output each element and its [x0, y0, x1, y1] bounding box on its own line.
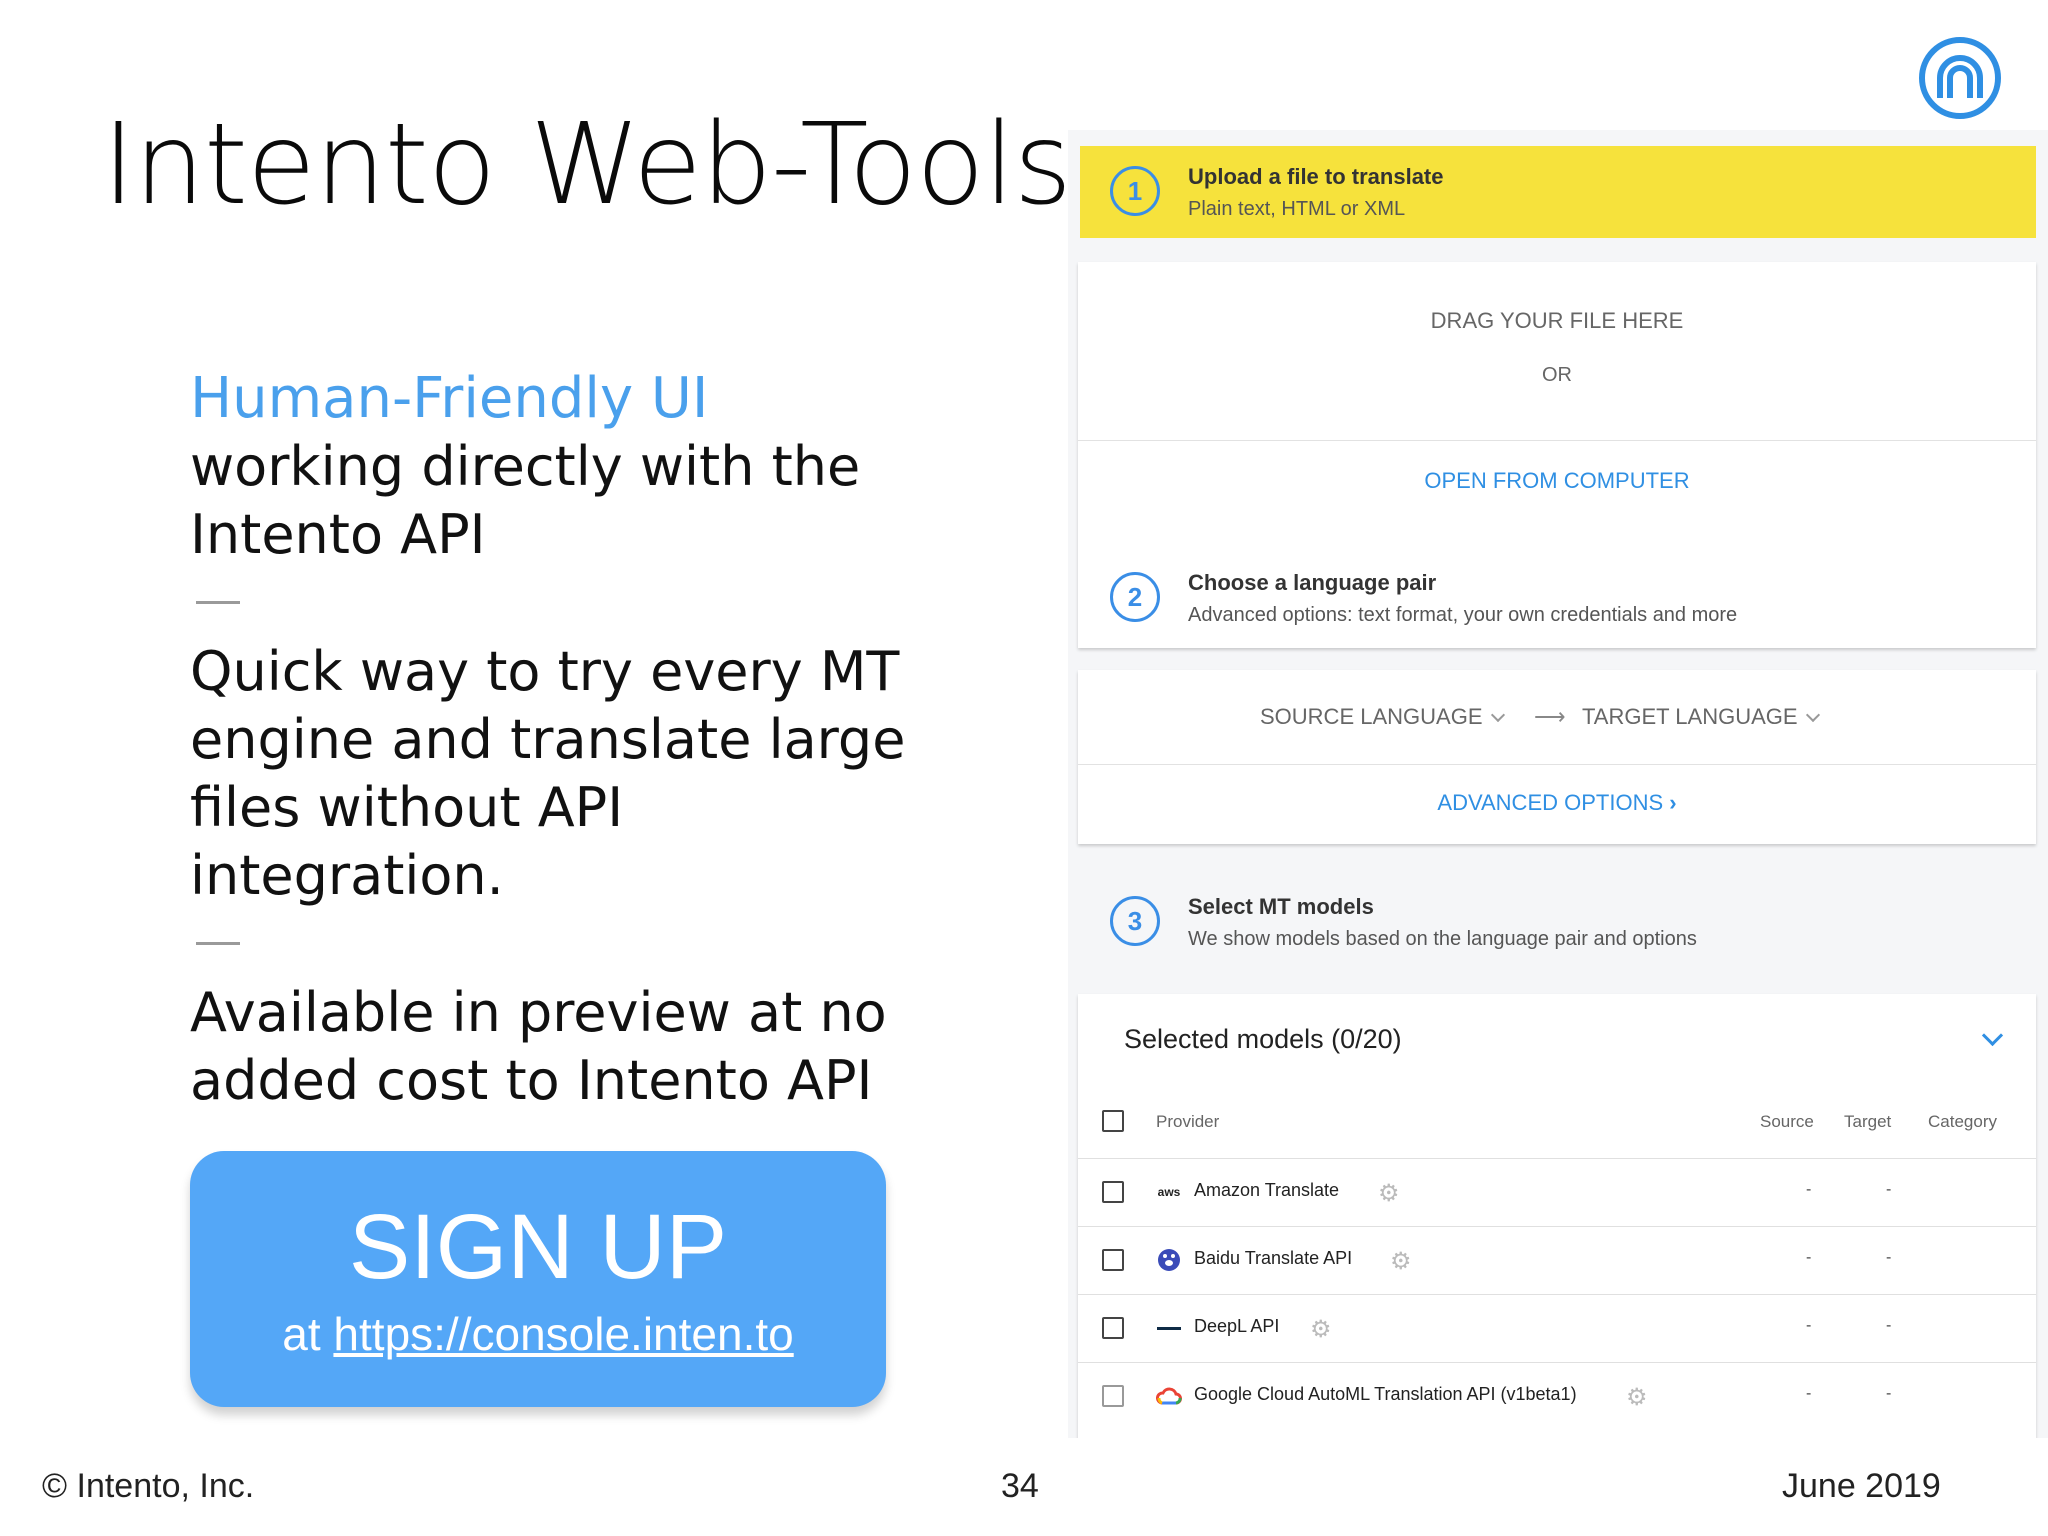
deepl-logo-icon: [1156, 1317, 1182, 1339]
signup-title: SIGN UP: [348, 1196, 728, 1298]
row-checkbox[interactable]: [1102, 1181, 1124, 1203]
signup-prefix: at: [282, 1308, 321, 1360]
target-language-label: TARGET LANGUAGE: [1582, 704, 1798, 729]
footer-copyright: © Intento, Inc.: [42, 1467, 255, 1505]
signup-link[interactable]: https://console.inten.to: [333, 1308, 793, 1360]
table-row[interactable]: aws Amazon Translate ⚙ - -: [1078, 1158, 2036, 1227]
target-language-select[interactable]: TARGET LANGUAGE: [1582, 704, 1820, 730]
footer-date: June 2019: [1782, 1467, 1941, 1505]
step-number-2: 2: [1110, 572, 1160, 622]
gear-icon[interactable]: ⚙: [1390, 1247, 1412, 1276]
divider: [1078, 764, 2036, 765]
slide-title: Intento Web-Tools: [102, 100, 1072, 230]
column-provider: Provider: [1156, 1112, 1220, 1131]
web-tools-screenshot: 1 Upload a file to translate Plain text,…: [1068, 130, 2048, 1438]
provider-name: Baidu Translate API: [1194, 1248, 1353, 1268]
step-title: Select MT models: [1188, 894, 1374, 919]
source-value: -: [1806, 1249, 1812, 1266]
table-row[interactable]: DeepL API ⚙ - -: [1078, 1294, 2036, 1363]
row-checkbox[interactable]: [1102, 1317, 1124, 1339]
signup-button[interactable]: SIGN UP at https://console.inten.to: [190, 1151, 886, 1407]
drag-file-text: DRAG YOUR FILE HERE: [1430, 308, 1684, 333]
column-source: Source: [1760, 1112, 1814, 1131]
step-upload-header: 1 Upload a file to translate Plain text,…: [1080, 146, 2036, 238]
provider-name: Google Cloud AutoML Translation API (v1b…: [1194, 1384, 1577, 1404]
table-row[interactable]: Baidu Translate API ⚙ - -: [1078, 1226, 2036, 1295]
step-title: Upload a file to translate: [1188, 164, 1444, 189]
table-row[interactable]: Google Cloud AutoML Translation API (v1b…: [1078, 1362, 2036, 1431]
open-from-computer-button[interactable]: OPEN FROM COMPUTER: [1078, 468, 2036, 494]
advanced-options-button[interactable]: ADVANCED OPTIONS ›: [1078, 790, 2036, 816]
chevron-right-icon: ›: [1669, 790, 1677, 815]
step-subtitle: We show models based on the language pai…: [1188, 928, 1697, 950]
source-language-label: SOURCE LANGUAGE: [1260, 704, 1483, 729]
aws-logo-icon: aws: [1157, 1185, 1181, 1199]
gear-icon[interactable]: ⚙: [1626, 1383, 1648, 1412]
chevron-down-icon: [1805, 707, 1820, 723]
column-target: Target: [1844, 1112, 1892, 1131]
target-value: -: [1886, 1249, 1892, 1266]
language-pair-card: SOURCE LANGUAGE ⟶ TARGET LANGUAGE ADVANC…: [1078, 670, 2036, 844]
source-value: -: [1806, 1385, 1812, 1402]
selected-models-title: Selected models (0/20): [1124, 1024, 1402, 1054]
source-value: -: [1806, 1181, 1812, 1198]
google-cloud-icon: [1156, 1385, 1182, 1407]
dash-divider: [196, 601, 240, 604]
baidu-paw-icon: [1156, 1249, 1182, 1271]
bullet-text-try-engines: Quick way to try every MT engine and tra…: [190, 640, 906, 907]
row-checkbox[interactable]: [1102, 1249, 1124, 1271]
bullet-list: Human-Friendly UI working directly with …: [190, 365, 950, 1115]
intento-logo-icon: [1918, 36, 2002, 120]
step-subtitle: Plain text, HTML or XML: [1188, 198, 1406, 220]
dash-divider: [196, 942, 240, 945]
step-language-header: 2 Choose a language pair Advanced option…: [1080, 550, 2036, 650]
bullet-text-api: working directly with the Intento API: [190, 435, 861, 566]
bullet-text-preview: Available in preview at no added cost to…: [190, 981, 887, 1112]
step-models-header: 3 Select MT models We show models based …: [1080, 874, 2036, 974]
models-card: Selected models (0/20) Provider Source T…: [1078, 994, 2036, 1438]
highlight-heading: Human-Friendly UI: [190, 366, 709, 431]
step-number-1: 1: [1110, 166, 1160, 216]
arrow-right-icon: ⟶: [1534, 704, 1566, 729]
page-number: 34: [1001, 1467, 1039, 1505]
chevron-down-icon[interactable]: [1981, 1024, 2004, 1047]
column-category: Category: [1928, 1112, 1997, 1131]
or-text: OR: [1542, 364, 1572, 386]
select-all-checkbox[interactable]: [1102, 1110, 1124, 1132]
signup-subtitle: at https://console.inten.to: [190, 1307, 886, 1361]
source-value: -: [1806, 1317, 1812, 1334]
divider: [1078, 440, 2036, 441]
gear-icon[interactable]: ⚙: [1378, 1179, 1400, 1208]
gear-icon[interactable]: ⚙: [1310, 1315, 1332, 1344]
target-value: -: [1886, 1385, 1892, 1402]
chevron-down-icon: [1490, 707, 1505, 723]
row-checkbox[interactable]: [1102, 1385, 1124, 1407]
source-language-select[interactable]: SOURCE LANGUAGE: [1260, 704, 1505, 730]
provider-name: DeepL API: [1194, 1316, 1280, 1336]
step-number-3: 3: [1110, 896, 1160, 946]
advanced-options-label: ADVANCED OPTIONS: [1437, 790, 1664, 815]
provider-name: Amazon Translate: [1194, 1180, 1340, 1200]
target-value: -: [1886, 1181, 1892, 1198]
step-subtitle: Advanced options: text format, your own …: [1188, 604, 1738, 626]
target-value: -: [1886, 1317, 1892, 1334]
step-title: Choose a language pair: [1188, 570, 1437, 595]
